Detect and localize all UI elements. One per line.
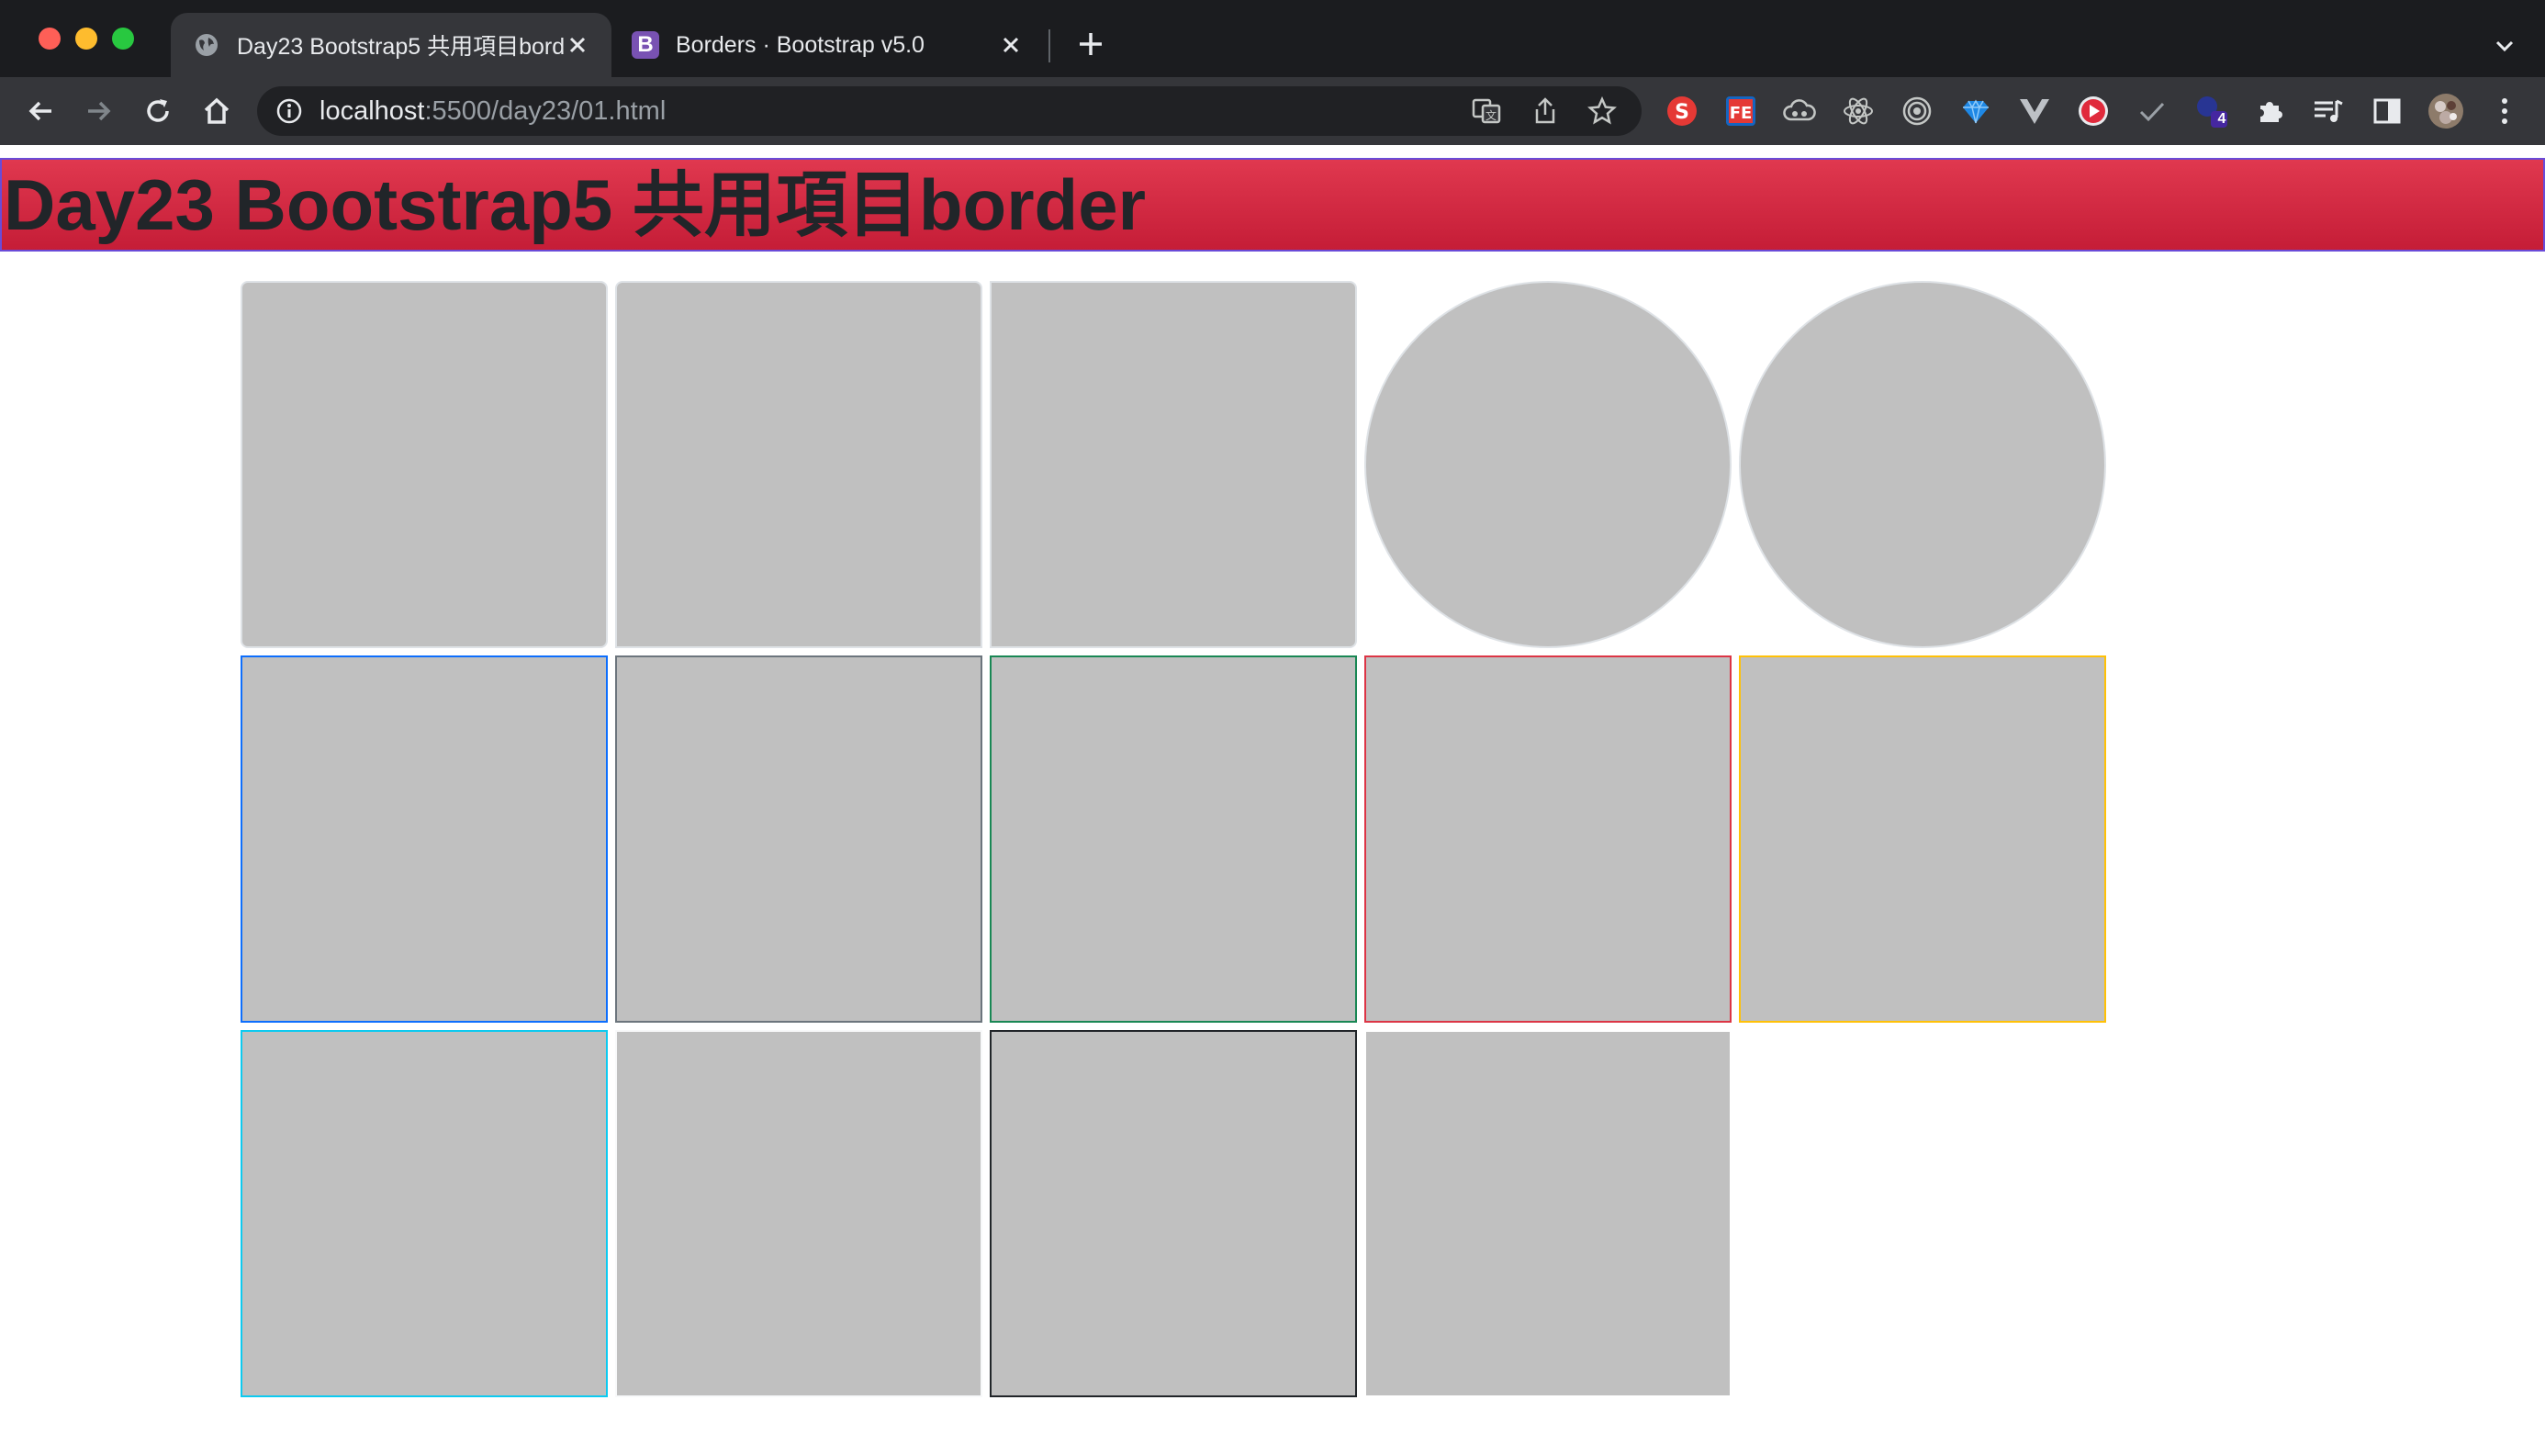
page-viewport: Day23 Bootstrap5 共用項目border xyxy=(0,145,2545,1456)
tab-strip: Day23 Bootstrap5 共用項目border B Borders · … xyxy=(0,0,2545,77)
close-tab-icon[interactable] xyxy=(997,31,1025,59)
profile-avatar[interactable] xyxy=(2427,93,2464,129)
box-border-success xyxy=(990,655,1357,1023)
menu-kebab-icon[interactable] xyxy=(2486,93,2523,129)
gem-extension-icon[interactable] xyxy=(1957,93,1994,129)
puzzle-icon[interactable] xyxy=(2251,93,2288,129)
box-border-white xyxy=(1364,1030,1732,1397)
tab-title: Borders · Bootstrap v5.0 xyxy=(676,31,925,58)
box-border-info xyxy=(241,1030,608,1397)
svg-text:文: 文 xyxy=(1486,108,1497,122)
vue-devtools-icon[interactable] xyxy=(2016,93,2053,129)
forward-arrow-icon[interactable] xyxy=(79,91,119,131)
youtube-extension-icon[interactable] xyxy=(2075,93,2112,129)
reload-icon[interactable] xyxy=(138,91,178,131)
box-rounded-circle-2 xyxy=(1739,281,2106,648)
react-devtools-icon[interactable] xyxy=(1840,93,1877,129)
box-border-secondary xyxy=(615,655,982,1023)
box-border-warning xyxy=(1739,655,2106,1023)
maximize-window-button[interactable] xyxy=(112,28,134,50)
back-arrow-icon[interactable] xyxy=(20,91,61,131)
reading-list-icon[interactable] xyxy=(2310,93,2347,129)
fe-extension-icon[interactable]: FE xyxy=(1722,93,1759,129)
bootstrap-logo-letter: B xyxy=(637,32,654,57)
tab-title: Day23 Bootstrap5 共用項目border xyxy=(237,34,564,60)
svg-text:S: S xyxy=(1675,101,1689,124)
box-border-primary xyxy=(241,655,608,1023)
browser-toolbar: localhost:5500/day23/01.html 文 S FE 4 xyxy=(0,77,2545,145)
tab-divider xyxy=(1048,29,1050,62)
close-tab-icon[interactable] xyxy=(564,31,591,59)
url-text[interactable]: localhost:5500/day23/01.html xyxy=(320,86,666,136)
bookmark-star-icon[interactable] xyxy=(1585,94,1620,129)
globe-icon xyxy=(193,31,220,59)
box-rounded xyxy=(241,281,608,648)
share-icon[interactable] xyxy=(1528,94,1563,129)
extension-badge-icon[interactable]: 4 xyxy=(2192,93,2229,129)
page-heading: Day23 Bootstrap5 共用項目border xyxy=(0,158,2545,252)
tab-day23[interactable]: Day23 Bootstrap5 共用項目border xyxy=(171,13,611,77)
box-border-light xyxy=(615,1030,982,1397)
box-border-danger xyxy=(1364,655,1732,1023)
check-extension-icon[interactable] xyxy=(2134,93,2170,129)
close-window-button[interactable] xyxy=(39,28,61,50)
box-border-dark xyxy=(990,1030,1357,1397)
address-bar[interactable]: localhost:5500/day23/01.html 文 xyxy=(257,86,1642,136)
site-info-icon[interactable] xyxy=(275,97,303,125)
svg-text:FE: FE xyxy=(1730,104,1753,123)
side-panel-icon[interactable] xyxy=(2369,93,2405,129)
box-rounded-end xyxy=(990,281,1357,648)
cloud-extension-icon[interactable] xyxy=(1781,93,1818,129)
extension-badge-count: 4 xyxy=(2217,111,2226,127)
browser-chrome: Day23 Bootstrap5 共用項目border B Borders · … xyxy=(0,0,2545,145)
home-icon[interactable] xyxy=(196,91,237,131)
url-path: :5500/day23/01.html xyxy=(424,96,667,126)
translate-icon[interactable]: 文 xyxy=(1469,94,1504,129)
tab-search-chevron-down-icon[interactable] xyxy=(2484,26,2525,66)
new-tab-button[interactable] xyxy=(1071,24,1111,64)
s-extension-icon[interactable]: S xyxy=(1664,93,1700,129)
minimize-window-button[interactable] xyxy=(75,28,97,50)
tab-bootstrap-borders[interactable]: B Borders · Bootstrap v5.0 xyxy=(611,13,1045,77)
url-host: localhost xyxy=(320,96,425,126)
box-rounded-circle-1 xyxy=(1364,281,1732,648)
box-rounded-top xyxy=(615,281,982,648)
bootstrap-logo: B xyxy=(632,31,659,59)
target-extension-icon[interactable] xyxy=(1899,93,1935,129)
